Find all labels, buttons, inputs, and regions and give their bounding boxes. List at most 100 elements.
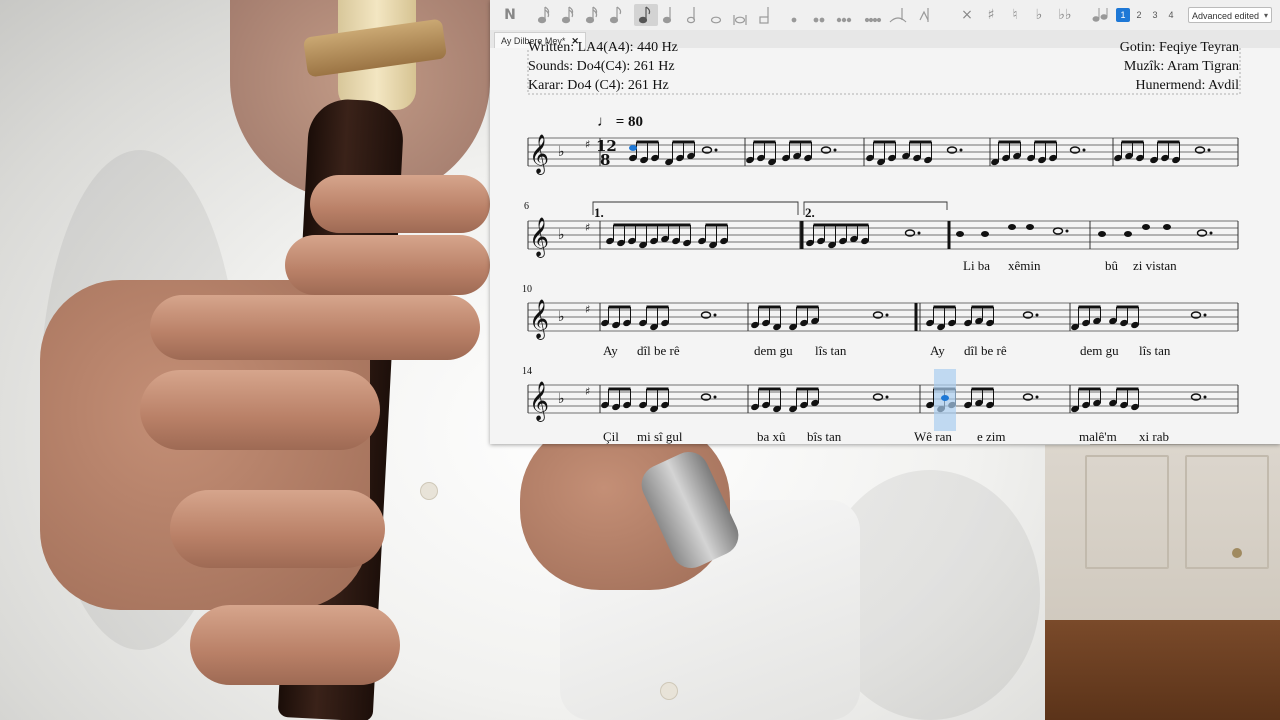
time-signature-bottom: 8: [600, 151, 610, 169]
voice-4-button[interactable]: 4: [1164, 8, 1178, 22]
header-composer: Muzîk: Aram Tigran: [1123, 59, 1239, 74]
key-signature: ♭: [558, 227, 565, 243]
header-lyricist: Gotin: Feqiye Teyran: [1119, 40, 1239, 55]
lyric[interactable]: dîl be rê: [637, 343, 680, 359]
lyric[interactable]: mi sî gul: [637, 429, 683, 444]
finger: [310, 175, 490, 233]
longa-icon[interactable]: [759, 7, 769, 24]
finger: [190, 605, 400, 685]
quarter-note-icon[interactable]: [662, 7, 672, 24]
double-dot-icon[interactable]: [813, 17, 825, 23]
measure-number: 14: [522, 366, 532, 377]
note-head: [956, 231, 964, 237]
eighth-note-icon-a[interactable]: [609, 6, 622, 24]
dot-icon[interactable]: [791, 17, 797, 23]
note-head: [1124, 231, 1132, 237]
dot: [1209, 231, 1213, 235]
lyric[interactable]: bîs tan: [807, 429, 841, 444]
natural-button[interactable]: ♮: [1004, 4, 1026, 26]
triple-dot-icon[interactable]: [836, 17, 852, 23]
flat-button[interactable]: ♭: [1028, 4, 1050, 26]
volta-2[interactable]: 2.: [805, 205, 815, 221]
door: [1045, 445, 1280, 645]
lyric[interactable]: Wê ran: [914, 429, 952, 444]
sixteenth-note-icon[interactable]: [585, 6, 598, 24]
chevron-down-icon: ▾: [1263, 11, 1268, 20]
dot: [1035, 313, 1039, 317]
whole-note-icon[interactable]: [710, 16, 722, 24]
lyric[interactable]: zi vistan: [1133, 258, 1177, 274]
key-signature: ♯: [585, 221, 590, 234]
thirty-second-note-icon[interactable]: [561, 6, 574, 24]
score-editor-window: N × ♯ ♮ ♭ ♭♭ 1 2 3 4 Advanced edited ▾ A…: [490, 0, 1280, 444]
half-note-icon[interactable]: [686, 7, 696, 24]
dot: [885, 313, 889, 317]
breve-icon[interactable]: [733, 15, 747, 25]
dot: [1065, 229, 1069, 233]
key-signature: ♯: [585, 385, 590, 398]
treble-clef: 𝄞: [529, 381, 549, 422]
dot: [713, 313, 717, 317]
voice-1-button[interactable]: 1: [1116, 8, 1130, 22]
door-knob: [1232, 548, 1242, 558]
tie-icon[interactable]: [889, 8, 907, 23]
key-signature: ♭: [558, 144, 565, 160]
header-karar: Karar: Do4 (C4): 261 Hz: [528, 78, 669, 93]
dot: [1203, 313, 1207, 317]
shirt-button: [660, 682, 678, 700]
note-input-toolbar: N × ♯ ♮ ♭ ♭♭ 1 2 3 4 Advanced edited ▾: [490, 0, 1280, 31]
dot: [1082, 148, 1086, 152]
double-flat-button[interactable]: ♭♭: [1052, 4, 1078, 26]
flip-direction-icon[interactable]: [919, 8, 929, 22]
lyric[interactable]: dem gu: [754, 343, 793, 359]
note-head: [1008, 224, 1016, 230]
dot: [917, 231, 921, 235]
lyric[interactable]: lîs tan: [1139, 343, 1170, 359]
key-signature: ♭: [558, 309, 565, 325]
double-sharp-button[interactable]: ×: [956, 4, 978, 26]
lyric[interactable]: Çil: [603, 429, 619, 444]
finger: [285, 235, 490, 295]
dot: [713, 395, 717, 399]
volta-1[interactable]: 1.: [594, 205, 604, 221]
dot: [714, 148, 718, 152]
rhythm-slash-icon[interactable]: [1090, 5, 1110, 25]
score-staves: 𝄞 ♭ ♯𝄞 ♭ ♯𝄞 ♭ ♯𝄞 ♭ ♯128: [527, 48, 1241, 431]
voice-2-button[interactable]: 2: [1132, 8, 1146, 22]
key-signature: ♭: [558, 391, 565, 407]
score-page[interactable]: 𝄞 ♭ ♯ 𝄞 ♭ ♯ 𝄞 ♭ ♯ 𝄞 ♭ ♯ 12 8 Written: LA4(A4): 440 Hz…: [490, 40, 1280, 444]
lyric[interactable]: Ay: [930, 343, 945, 359]
lyric[interactable]: xêmin: [1008, 258, 1041, 274]
selected-note: [941, 395, 949, 401]
lyric[interactable]: lîs tan: [815, 343, 846, 359]
half-note: [1052, 227, 1064, 235]
quadruple-dot-icon[interactable]: [864, 17, 882, 23]
note-head: [1163, 224, 1171, 230]
dot: [1035, 395, 1039, 399]
note-input-mode-icon[interactable]: N: [498, 4, 522, 26]
voice-3-button[interactable]: 3: [1148, 8, 1162, 22]
selected-note: [629, 145, 637, 151]
lyric[interactable]: malê'm: [1079, 429, 1117, 444]
workspace-select[interactable]: Advanced edited ▾: [1188, 7, 1272, 23]
sixty-fourth-note-icon[interactable]: [537, 6, 550, 24]
note-head: [981, 231, 989, 237]
dot: [959, 148, 963, 152]
treble-clef: 𝄞: [529, 217, 549, 258]
measure-number: 6: [524, 201, 529, 212]
lyric[interactable]: xi rab: [1139, 429, 1169, 444]
header-performer: Hunermend: Avdil: [1135, 78, 1239, 93]
lyric[interactable]: dem gu: [1080, 343, 1119, 359]
lyric[interactable]: bû: [1105, 258, 1118, 274]
header-sounds: Sounds: Do4(C4): 261 Hz: [528, 59, 675, 74]
lyric[interactable]: dîl be rê: [964, 343, 1007, 359]
lyric[interactable]: e zim: [977, 429, 1006, 444]
sharp-button[interactable]: ♯: [980, 4, 1002, 26]
note-head: [1098, 231, 1106, 237]
lyric[interactable]: Ay: [603, 343, 618, 359]
volta-2-bracket: [803, 201, 948, 215]
lyric[interactable]: ba xû: [757, 429, 786, 444]
lyric[interactable]: Li ba: [963, 258, 990, 274]
dot: [1203, 395, 1207, 399]
tempo-marking[interactable]: ♩ = 80: [597, 114, 643, 131]
